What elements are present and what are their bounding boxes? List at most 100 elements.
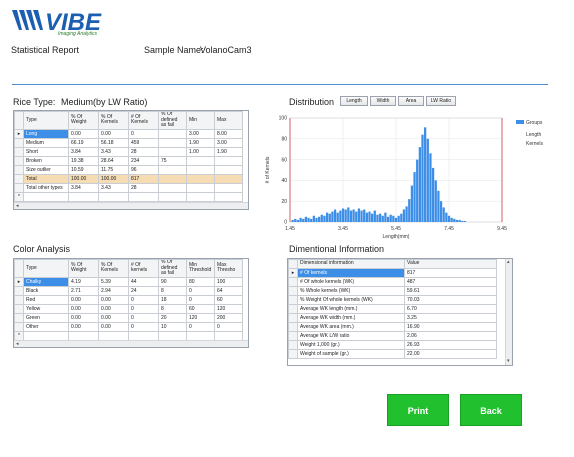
color-analysis-column-header[interactable]: Max Thresho <box>214 259 243 278</box>
dimensional-info-row[interactable]: % Weight Of whole kernels (WK) 70.03 <box>288 295 497 305</box>
color-analysis-cell[interactable]: 200 <box>214 312 243 323</box>
color-analysis-column-header[interactable]: % Of Kernels <box>98 259 129 278</box>
rice-type-cell[interactable]: 96 <box>128 164 159 175</box>
dimensional-info-cell[interactable]: 59.61 <box>404 286 497 296</box>
dimensional-info-cell[interactable]: # Of whole kernels (WK) <box>297 277 405 287</box>
dimensional-info-cell[interactable]: Average WK area (mm.) <box>297 322 405 332</box>
color-analysis-cell[interactable]: Green <box>23 312 69 323</box>
dimensional-info-cell[interactable]: Average WK L/W ratio <box>297 331 405 341</box>
rice-type-cell[interactable]: 28 <box>128 146 159 157</box>
rice-type-column-header[interactable]: Type <box>23 111 69 130</box>
rice-type-cell[interactable]: 56.18 <box>98 137 129 148</box>
row-header[interactable] <box>288 340 298 350</box>
color-analysis-cell[interactable]: 4.19 <box>68 276 99 287</box>
color-analysis-cell[interactable]: Black <box>23 285 69 296</box>
rice-type-cell[interactable] <box>68 191 99 202</box>
row-header[interactable] <box>14 312 24 323</box>
rice-type-cell[interactable]: Broken <box>23 155 69 166</box>
dimensional-info-row[interactable]: ▸ # Of kernels 817 <box>288 268 497 278</box>
color-analysis-cell[interactable]: 120 <box>214 303 243 314</box>
rice-type-cell[interactable]: Medium <box>23 137 69 148</box>
row-header[interactable] <box>288 331 298 341</box>
rice-type-table[interactable]: Type% Of Weight% Of Kernels # Of Kernels%… <box>13 110 249 210</box>
rice-type-cell[interactable]: 234 <box>128 155 159 166</box>
color-analysis-cell[interactable] <box>23 330 69 341</box>
dimensional-info-cell[interactable]: Average WK width (mm.) <box>297 313 405 323</box>
color-analysis-cell[interactable]: 60 <box>186 303 215 314</box>
rice-type-cell[interactable]: 0.00 <box>68 128 99 139</box>
rice-type-cell[interactable] <box>158 182 187 193</box>
color-analysis-cell[interactable]: Yellow <box>23 303 69 314</box>
width-button[interactable]: Width <box>370 96 396 106</box>
row-header[interactable] <box>288 304 298 314</box>
rice-type-cell[interactable]: 0 <box>128 128 159 139</box>
rice-type-row[interactable]: Total other types 3.84 3.43 28 <box>14 182 243 193</box>
rice-type-row[interactable]: Total 100.00 100.00 817 <box>14 173 243 184</box>
color-analysis-table[interactable]: Type% Of Weight% Of Kernels # Of kernels%… <box>13 258 249 348</box>
dimensional-info-cell[interactable]: 6.70 <box>404 304 497 314</box>
row-header[interactable] <box>288 286 298 296</box>
rice-type-cell[interactable]: 1.90 <box>186 137 215 148</box>
rice-type-cell[interactable]: Total other types <box>23 182 69 193</box>
row-header[interactable] <box>288 322 298 332</box>
rice-type-cell[interactable]: 66.19 <box>68 137 99 148</box>
row-header[interactable] <box>14 155 24 166</box>
rice-type-cell[interactable]: 75 <box>158 155 187 166</box>
color-analysis-cell[interactable]: 100 <box>214 276 243 287</box>
back-button[interactable]: Back <box>460 394 522 426</box>
rice-type-column-header[interactable]: % Of Kernels <box>98 111 129 130</box>
rice-type-cell[interactable]: 3.00 <box>186 128 215 139</box>
rice-type-cell[interactable]: 817 <box>128 173 159 184</box>
dimensional-info-row[interactable]: Weight 1,000 (gr.) 26.93 <box>288 340 497 350</box>
rice-type-cell[interactable] <box>214 191 243 202</box>
dimensional-info-cell[interactable]: % Whole kernels (WK) <box>297 286 405 296</box>
current-row-marker-icon[interactable]: ▸ <box>14 276 24 287</box>
color-analysis-column-header[interactable]: % Of defined as fail <box>158 259 187 278</box>
dimensional-info-cell[interactable]: 3.25 <box>404 313 497 323</box>
rice-type-cell[interactable]: 8.00 <box>214 128 243 139</box>
row-header[interactable] <box>288 295 298 305</box>
row-header[interactable] <box>14 182 24 193</box>
dimensional-info-cell[interactable]: 22.00 <box>404 349 497 359</box>
rice-type-cell[interactable] <box>186 164 215 175</box>
dim-table-vscroll[interactable]: ▴ ▾ <box>505 259 512 365</box>
color-analysis-cell[interactable]: 0 <box>186 321 215 332</box>
rice-type-cell[interactable] <box>214 164 243 175</box>
color-analysis-row[interactable]: ▸ Chalky 4.19 5.39 44 90 80 100 <box>14 276 243 287</box>
current-row-marker-icon[interactable]: ▸ <box>14 128 24 139</box>
rice-table-hscroll[interactable]: ◂ <box>14 202 248 209</box>
rice-type-cell[interactable]: 28.64 <box>98 155 129 166</box>
color-analysis-cell[interactable]: 2.71 <box>68 285 99 296</box>
color-analysis-cell[interactable]: 0.00 <box>68 294 99 305</box>
rice-type-row[interactable]: Size outlier 10.59 11.75 96 <box>14 164 243 175</box>
color-analysis-cell[interactable]: 90 <box>158 276 187 287</box>
color-analysis-column-header[interactable]: Type <box>23 259 69 278</box>
rice-type-cell[interactable] <box>186 155 215 166</box>
rice-type-cell[interactable]: Size outlier <box>23 164 69 175</box>
color-analysis-cell[interactable]: 0 <box>128 321 159 332</box>
scroll-left-icon[interactable]: ◂ <box>16 341 19 347</box>
color-analysis-column-header[interactable]: # Of kernels <box>128 259 159 278</box>
color-analysis-column-header[interactable]: % Of Weight <box>68 259 99 278</box>
dimensional-info-cell[interactable]: Weight of sample (gr.) <box>297 349 405 359</box>
rice-type-cell[interactable]: 10.59 <box>68 164 99 175</box>
row-header[interactable] <box>14 173 24 184</box>
rice-type-cell[interactable]: 100.00 <box>68 173 99 184</box>
rice-type-cell[interactable]: 3.43 <box>98 182 129 193</box>
color-analysis-cell[interactable] <box>98 330 129 341</box>
rice-type-cell[interactable]: 19.38 <box>68 155 99 166</box>
color-analysis-cell[interactable]: 8 <box>158 303 187 314</box>
rice-type-cell[interactable] <box>214 155 243 166</box>
color-analysis-cell[interactable]: 80 <box>186 276 215 287</box>
color-analysis-new-row[interactable]: * <box>14 330 243 341</box>
rice-type-row[interactable]: Broken 19.38 28.64 234 75 <box>14 155 243 166</box>
rice-type-cell[interactable] <box>158 137 187 148</box>
dimensional-info-cell[interactable]: 16.90 <box>404 322 497 332</box>
color-analysis-cell[interactable]: 2.94 <box>98 285 129 296</box>
dimensional-info-cell[interactable]: 2.06 <box>404 331 497 341</box>
row-header[interactable] <box>14 146 24 157</box>
color-analysis-cell[interactable]: 0.00 <box>68 303 99 314</box>
rice-type-column-header[interactable]: # Of Kernels <box>128 111 159 130</box>
color-analysis-cell[interactable]: 44 <box>128 276 159 287</box>
color-analysis-cell[interactable]: 20 <box>158 312 187 323</box>
